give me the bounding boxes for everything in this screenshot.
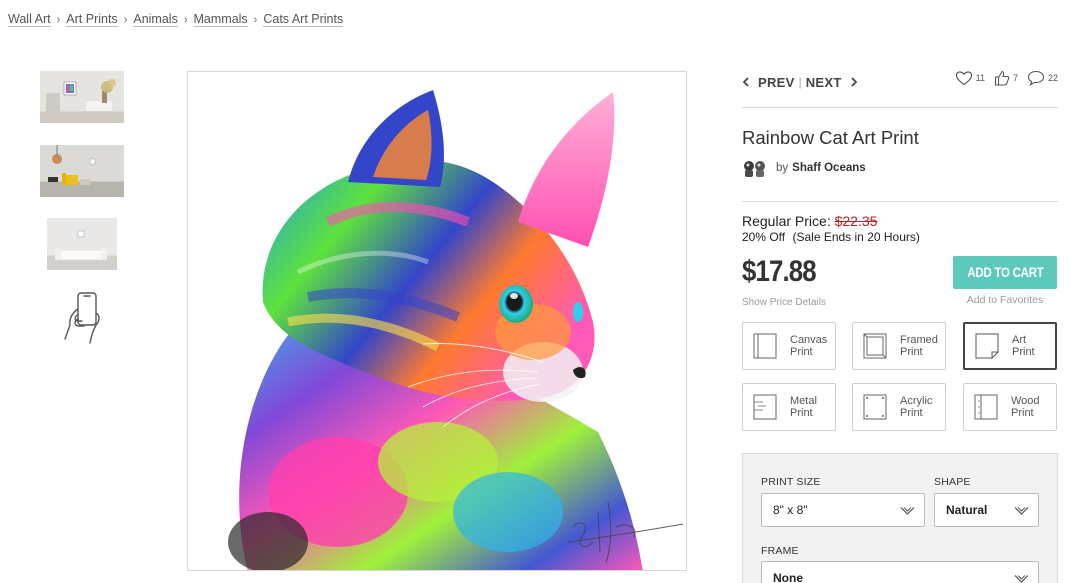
regular-price-label: Regular Price: — [742, 213, 831, 229]
breadcrumb-wall-art[interactable]: Wall Art — [8, 12, 51, 27]
favorite-count: 11 — [975, 73, 985, 83]
nav-divider: | — [798, 75, 802, 89]
sale-price: $17.88 — [742, 255, 817, 288]
sale-line: 20% Off (Sale Ends in 20 Hours) — [742, 230, 920, 244]
print-type-canvas[interactable]: Canvas Print — [742, 322, 836, 370]
artist-avatar[interactable] — [742, 159, 768, 177]
discount-label: 20% Off — [742, 230, 786, 244]
product-nav: PREV | NEXT 11 7 22 — [742, 70, 1058, 94]
artwork-image[interactable] — [187, 71, 687, 571]
favorite-counter[interactable]: 11 — [955, 70, 985, 86]
thumbnail-lounge[interactable] — [40, 145, 124, 197]
shape-label: SHAPE — [934, 476, 971, 488]
like-count: 7 — [1012, 73, 1018, 83]
chevron-down-icon — [1014, 575, 1029, 583]
breadcrumb-cats-art-prints[interactable]: Cats Art Prints — [263, 12, 344, 27]
like-counter[interactable]: 7 — [994, 70, 1018, 86]
breadcrumb-art-prints[interactable]: Art Prints — [66, 12, 118, 27]
print-type-framed[interactable]: Framed Print — [852, 322, 946, 370]
art-print-icon — [975, 333, 999, 359]
show-price-details-link[interactable]: Show Price Details — [742, 297, 826, 308]
breadcrumb-separator: › — [183, 13, 188, 26]
shape-value: Natural — [946, 503, 988, 517]
print-size-select[interactable]: 8" x 8" — [761, 493, 925, 527]
divider — [742, 107, 1058, 108]
frame-value: None — [773, 571, 803, 583]
print-type-label: Canvas Print — [790, 334, 828, 358]
next-link[interactable]: NEXT — [806, 75, 858, 90]
artist-name-link[interactable]: Shaff Oceans — [792, 162, 866, 174]
metal-print-icon — [753, 394, 777, 420]
comment-counter[interactable]: 22 — [1027, 70, 1058, 86]
comment-count: 22 — [1047, 73, 1058, 83]
print-size-value: 8" x 8" — [773, 503, 808, 517]
breadcrumb: Wall Art › Art Prints › Animals › Mammal… — [8, 12, 344, 27]
add-to-favorites-link[interactable]: Add to Favorites — [953, 294, 1057, 306]
canvas-print-icon — [753, 333, 777, 359]
breadcrumb-separator: › — [123, 13, 128, 26]
print-size-label: PRINT SIZE — [761, 476, 821, 488]
phone-ar-preview-icon[interactable] — [62, 291, 106, 345]
print-type-art[interactable]: Art Print — [963, 322, 1057, 370]
frame-label: FRAME — [761, 545, 799, 557]
wood-print-icon — [974, 394, 998, 420]
engagement-counters: 11 7 22 — [946, 70, 1058, 86]
add-to-cart-label: ADD TO CART — [966, 264, 1044, 280]
artist-by-label: by — [776, 162, 789, 174]
chevron-down-icon — [900, 507, 915, 515]
thumbnail-sofa[interactable] — [47, 218, 117, 270]
print-type-label: Art Print — [1012, 334, 1035, 358]
print-type-label: Framed Print — [900, 334, 938, 358]
print-type-acrylic[interactable]: Acrylic Print — [852, 383, 946, 431]
regular-price: Regular Price: $22.35 — [742, 213, 877, 229]
chevron-right-icon — [850, 77, 857, 87]
prev-label: PREV — [758, 74, 795, 90]
sale-note: (Sale Ends in 20 Hours) — [792, 230, 920, 244]
frame-select[interactable]: None — [761, 561, 1039, 583]
comment-icon — [1027, 70, 1045, 86]
chevron-down-icon — [1014, 507, 1029, 515]
print-options-panel: PRINT SIZE 8" x 8" SHAPE Natural FRAME N… — [742, 453, 1058, 583]
breadcrumb-animals[interactable]: Animals — [133, 12, 178, 27]
product-title: Rainbow Cat Art Print — [742, 127, 919, 148]
shape-select[interactable]: Natural — [934, 493, 1039, 527]
prev-link[interactable]: PREV — [742, 75, 795, 90]
thumbs-up-icon — [994, 70, 1010, 86]
print-type-label: Metal Print — [790, 395, 817, 419]
print-type-wood[interactable]: Wood Print — [963, 383, 1057, 431]
print-type-label: Acrylic Print — [900, 395, 933, 419]
print-type-label: Wood Print — [1011, 395, 1040, 419]
print-type-metal[interactable]: Metal Print — [742, 383, 836, 431]
heart-icon — [955, 71, 972, 86]
breadcrumb-separator: › — [253, 13, 258, 26]
framed-print-icon — [863, 333, 887, 359]
thumbnail-living-room[interactable] — [40, 71, 124, 123]
artist-line: by Shaff Oceans — [742, 159, 866, 177]
acrylic-print-icon — [863, 394, 887, 420]
add-to-cart-button[interactable]: ADD TO CART — [953, 256, 1057, 289]
next-label: NEXT — [805, 74, 842, 90]
divider — [742, 201, 1058, 202]
breadcrumb-mammals[interactable]: Mammals — [193, 12, 248, 27]
chevron-left-icon — [742, 77, 749, 87]
regular-price-value: $22.35 — [834, 213, 878, 229]
breadcrumb-separator: › — [56, 13, 61, 26]
